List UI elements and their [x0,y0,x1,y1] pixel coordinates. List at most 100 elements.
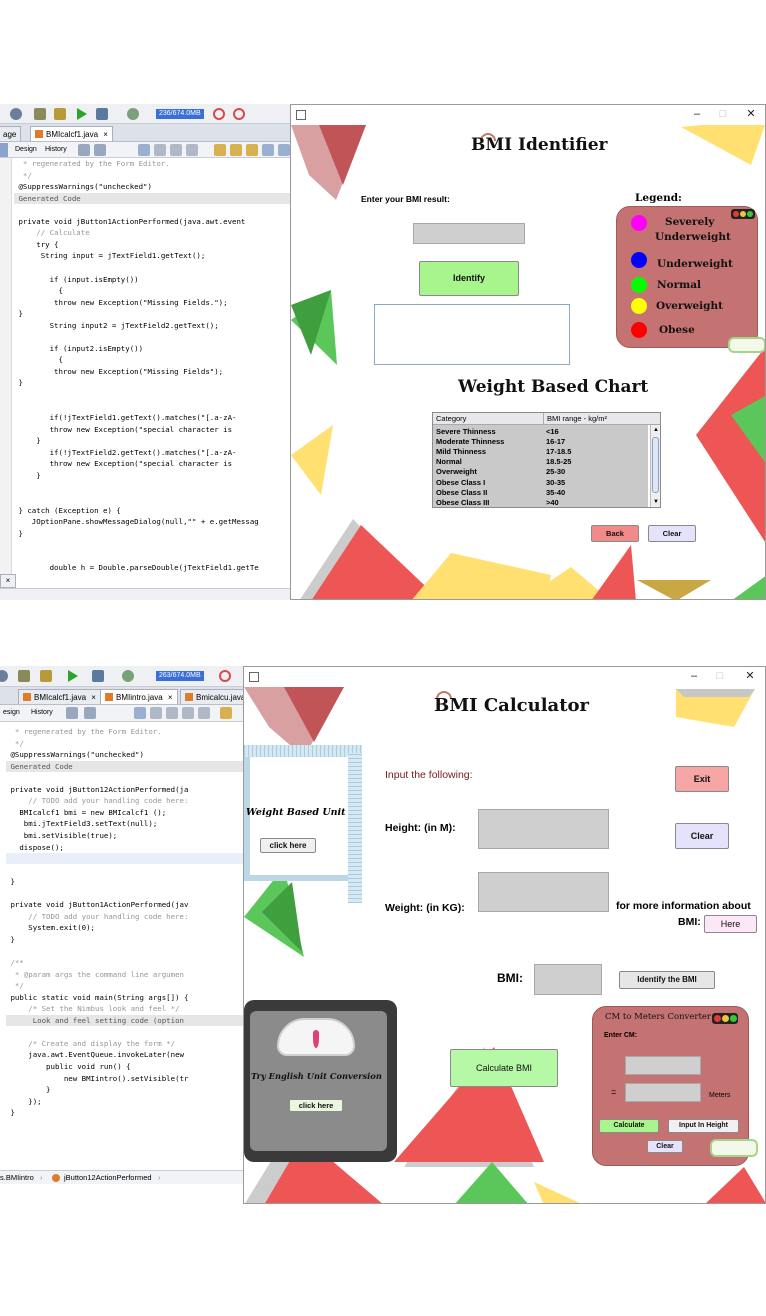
close-icon[interactable]: × [103,130,108,139]
code-line[interactable]: public void run() { [6,1061,243,1072]
code-line[interactable] [14,262,290,273]
code-line[interactable]: private void jButton1ActionPerformed(jav [6,899,243,910]
code-editor[interactable]: * regenerated by the Form Editor. */ @Su… [6,726,243,1166]
code-line[interactable] [6,1026,243,1037]
code-line[interactable]: double h = Double.parseDouble(jTextField… [14,562,290,573]
close-icon[interactable]: × [6,576,11,585]
code-line[interactable]: bmi.jTextField3.setText(null); [6,818,243,829]
bmi-result-input[interactable] [413,223,525,244]
table-row[interactable]: Normal 18.5-25 [433,457,648,467]
code-line[interactable]: @SuppressWarnings("unchecked") [14,181,290,192]
editor-tool-icon[interactable] [84,707,96,719]
here-button[interactable]: Here [704,915,757,933]
code-line[interactable] [14,389,290,400]
code-line[interactable]: { [14,285,290,296]
close-button[interactable]: ✕ [743,107,759,121]
english-click-here-button[interactable]: click here [289,1099,343,1112]
code-line[interactable] [14,551,290,562]
design-tab[interactable]: esign [0,706,23,720]
code-line[interactable]: if(!jTextField1.getText().matches("[.a-z… [14,412,290,423]
code-line[interactable]: throw new Exception("special character i… [14,458,290,469]
editor-tool-icon[interactable] [220,707,232,719]
editor-tool-icon[interactable] [78,144,90,156]
editor-tool-icon[interactable] [182,707,194,719]
code-line[interactable]: } [6,1107,243,1118]
weight-input[interactable] [478,872,609,912]
bmi-output[interactable] [534,964,602,995]
code-line[interactable]: } [6,934,243,945]
editor-tool-icon[interactable] [214,144,226,156]
code-line[interactable]: bmi.setVisible(true); [6,830,243,841]
scroll-up-arrow[interactable]: ▲ [653,427,659,433]
weight-unit-click-here-button[interactable]: click here [260,838,316,853]
scroll-thumb[interactable] [652,437,659,493]
close-button[interactable]: ✕ [742,669,758,683]
minimize-button[interactable]: – [689,107,705,121]
editor-tool-icon[interactable] [262,144,274,156]
code-line[interactable]: Look and feel setting code (option [6,1014,243,1026]
bmi-range-table[interactable]: Category BMI range - kg/m² Severe Thinne… [432,412,661,508]
code-line[interactable]: String input = jTextField1.getText(); [14,250,290,261]
close-icon[interactable]: × [168,693,173,702]
meters-output[interactable] [625,1083,701,1102]
table-scrollbar[interactable]: ▲ ▼ [650,425,660,507]
maximize-button[interactable]: □ [715,107,731,121]
code-line[interactable]: } [6,1084,243,1095]
run-icon[interactable] [68,670,78,682]
tab-bmiintro[interactable]: BMIintro.java × [100,689,178,704]
code-line[interactable]: dispose(); [6,842,243,853]
code-line[interactable] [6,772,243,783]
code-line[interactable]: * regenerated by the Form Editor. [14,158,290,169]
editor-tool-icon[interactable] [150,707,162,719]
code-line[interactable]: /* Create and display the form */ [6,1038,243,1049]
memory-indicator[interactable]: 263/674.0MB [156,671,204,681]
code-line[interactable] [14,331,290,342]
editor-tool-icon[interactable] [94,144,106,156]
code-line[interactable]: new BMIintro().setVisible(tr [6,1073,243,1084]
editor-tool-icon[interactable] [170,144,182,156]
height-input[interactable] [478,809,609,849]
editor-tool-icon[interactable] [66,707,78,719]
table-row[interactable]: Mild Thinness 17-18.5 [433,447,648,457]
editor-tool-icon[interactable] [166,707,178,719]
editor-tool-icon[interactable] [246,144,258,156]
code-line[interactable]: Generated Code [6,760,243,772]
find-icon[interactable] [134,707,146,719]
find-icon[interactable] [138,144,150,156]
maximize-button[interactable]: □ [712,669,728,683]
run-icon[interactable] [77,108,87,120]
code-line[interactable]: } [14,470,290,481]
code-line[interactable]: * @param args the command line argumen [6,969,243,980]
gc-icon[interactable] [213,108,225,120]
code-line[interactable]: } [14,308,290,319]
code-line[interactable]: throw new Exception("special character i… [14,424,290,435]
clear-button[interactable]: Clear [648,525,696,542]
code-line[interactable]: */ [14,170,290,181]
hammer-icon[interactable] [18,670,30,682]
code-line[interactable]: /* Set the Nimbus look and feel */ [6,1003,243,1014]
exit-button[interactable]: Exit [675,766,729,792]
tab-prev[interactable]: age [0,126,22,141]
table-row[interactable]: Moderate Thinness 16-17 [433,437,648,447]
editor-tool-icon[interactable] [278,144,290,156]
editor-tool-icon[interactable] [154,144,166,156]
output-panel-tab[interactable]: × [0,574,16,588]
table-row[interactable]: Severe Thinness <16 [433,427,648,437]
column-header-category[interactable]: Category [436,413,466,425]
code-line[interactable] [6,853,243,865]
source-tab[interactable] [0,143,8,157]
editor-tool-icon[interactable] [186,144,198,156]
code-line[interactable]: System.exit(0); [6,922,243,933]
globe-icon[interactable] [0,670,8,682]
back-button[interactable]: Back [591,525,639,542]
code-line[interactable]: if (input.isEmpty()) [14,274,290,285]
code-line[interactable]: * regenerated by the Form Editor. [6,726,243,737]
code-line[interactable]: if (input2.isEmpty()) [14,343,290,354]
identify-bmi-button[interactable]: Identify the BMI [619,971,715,989]
code-line[interactable]: private void jButton12ActionPerformed(ja [6,784,243,795]
minimize-button[interactable]: – [686,669,702,683]
table-row[interactable]: Obese Class I 30-35 [433,478,648,488]
code-line[interactable] [6,945,243,956]
code-line[interactable]: // Calculate [14,227,290,238]
code-line[interactable]: { [14,354,290,365]
